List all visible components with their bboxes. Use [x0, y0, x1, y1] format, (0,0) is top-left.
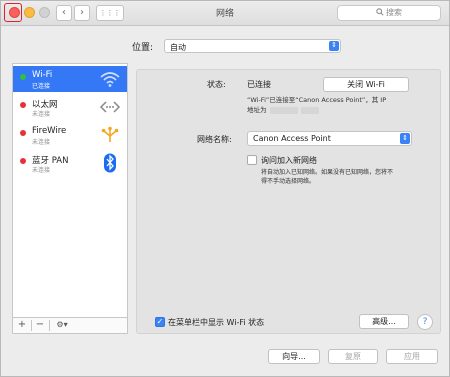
network-preferences-window: ‹ › ⋮⋮⋮ 网络 搜索 位置: 自动 ⇕ Wi-Fi 已连接 以太网 未连接…: [0, 0, 450, 377]
network-name-value: Canon Access Point: [253, 134, 331, 143]
assist-me-button[interactable]: 向导...: [268, 349, 320, 364]
ask-join-description: 将自动加入已知网络。如果没有已知网络，您将不 得不手动选择网络。: [261, 168, 393, 186]
ask-join-description-line2: 得不手动选择网络。: [261, 178, 316, 185]
ask-join-checkbox[interactable]: [247, 155, 257, 165]
redacted-ip-address: [270, 107, 298, 114]
redacted-ip-address: [301, 107, 319, 114]
network-name-select[interactable]: Canon Access Point ⇕: [247, 131, 412, 146]
show-wifi-status-label: 在菜单栏中显示 Wi-Fi 状态: [168, 318, 265, 327]
chevron-updown-icon: ⇕: [329, 41, 339, 51]
status-description-line2: 地址为: [247, 106, 267, 114]
ethernet-icon: [99, 101, 121, 113]
service-status: 已连接: [32, 83, 51, 90]
status-description-line1: “Wi-Fi”已连接至“Canon Access Point”，其 IP: [247, 96, 387, 104]
remove-service-button[interactable]: −: [33, 319, 47, 332]
location-select[interactable]: 自动 ⇕: [164, 39, 341, 53]
magnifier-icon: [376, 8, 384, 16]
divider: [31, 320, 32, 331]
network-service-list: Wi-Fi 已连接 以太网 未连接 FireWire 未连接 蓝牙 PAN 未连…: [12, 63, 128, 318]
add-service-button[interactable]: +: [15, 319, 29, 332]
show-wifi-status-checkbox[interactable]: ✓: [155, 317, 165, 327]
network-name-label: 网络名称:: [197, 135, 232, 144]
service-name: Wi-Fi: [32, 70, 53, 80]
firewire-icon: [101, 126, 119, 142]
bluetooth-icon: [104, 153, 116, 173]
turn-off-wifi-button[interactable]: 关闭 Wi-Fi: [323, 77, 409, 92]
status-dot: [20, 102, 26, 108]
sidebar-item-ethernet[interactable]: 以太网 未连接: [13, 94, 127, 120]
sidebar-item-firewire[interactable]: FireWire 未连接: [13, 122, 127, 148]
sidebar-item-bluetooth-pan[interactable]: 蓝牙 PAN 未连接: [13, 150, 127, 176]
service-status: 未连接: [32, 111, 51, 118]
location-value: 自动: [170, 43, 186, 52]
sidebar-item-wifi[interactable]: Wi-Fi 已连接: [13, 66, 127, 92]
ask-join-label: 询问加入新网络: [261, 156, 317, 165]
chevron-updown-icon: ⇕: [400, 133, 410, 144]
ask-join-description-line1: 将自动加入已知网络。如果没有已知网络，您将不: [261, 169, 394, 176]
apply-button[interactable]: 应用: [386, 349, 438, 364]
search-placeholder: 搜索: [386, 8, 402, 17]
location-label: 位置:: [132, 43, 154, 53]
revert-button[interactable]: 复原: [328, 349, 378, 364]
wifi-detail-panel: 状态: 已连接 关闭 Wi-Fi “Wi-Fi”已连接至“Canon Acces…: [136, 69, 441, 334]
status-dot: [20, 130, 26, 136]
advanced-button[interactable]: 高级...: [359, 314, 409, 329]
wifi-icon: [100, 72, 120, 87]
status-dot: [20, 158, 26, 164]
service-status: 未连接: [32, 167, 51, 174]
search-input[interactable]: 搜索: [337, 5, 441, 21]
title-bar: ‹ › ⋮⋮⋮ 网络 搜索: [1, 1, 449, 26]
status-dot: [20, 74, 26, 80]
help-button[interactable]: ?: [417, 314, 433, 330]
action-menu-button[interactable]: ⚙▾: [51, 319, 73, 332]
status-value: 已连接: [247, 80, 271, 89]
status-label: 状态:: [207, 80, 226, 89]
divider: [49, 320, 50, 331]
service-name: FireWire: [32, 126, 67, 136]
service-status: 未连接: [32, 139, 51, 146]
sidebar-toolbar: + − ⚙▾: [12, 318, 128, 334]
